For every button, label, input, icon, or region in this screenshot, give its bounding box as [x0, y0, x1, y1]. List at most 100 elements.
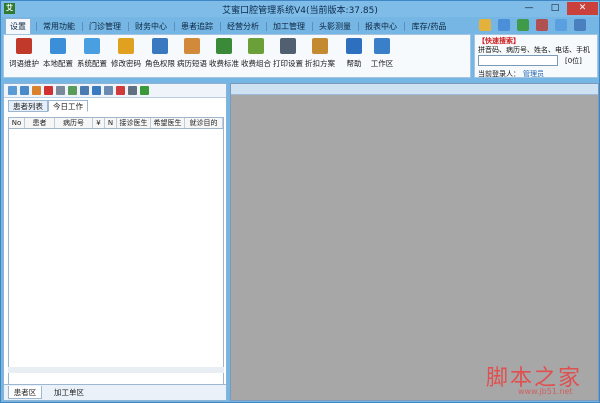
close-button[interactable]: ✕: [567, 2, 598, 15]
menu-tab-9[interactable]: 库存/药品: [407, 19, 451, 34]
toolbar-record-phrase-button[interactable]: 病历短语: [176, 38, 208, 76]
menu-separator: [404, 22, 405, 31]
system-config-icon: [84, 38, 100, 54]
group-icon[interactable]: [517, 19, 529, 31]
discount-icon: [312, 38, 328, 54]
info-icon[interactable]: [574, 19, 586, 31]
workspace-header-strip: [231, 84, 598, 95]
toolbar-item-label: 词语维护: [9, 59, 39, 68]
toolbar-item-label: 收费组合: [241, 59, 271, 68]
toolbar-local-config-button[interactable]: 本地配置: [42, 38, 74, 76]
column-header-1[interactable]: 患者: [25, 118, 55, 128]
toolbar-item-label: 工作区: [370, 59, 394, 68]
workspace-area[interactable]: [230, 83, 599, 401]
window-title: 艾蜜口腔管理系统V4(当前版本:37.85): [222, 6, 378, 16]
toolbar-item-label: 病历短语: [177, 59, 207, 68]
quick-search-panel: 【快速搜索】 拼音码、病历号、姓名、电话、手机 [0位] 当前登录人： 管理员: [474, 34, 598, 78]
watermark-url: www.jb51.net: [518, 387, 573, 396]
toolbar-discount-button[interactable]: 折扣方案: [304, 38, 336, 76]
menu-tab-5[interactable]: 经营分析: [223, 19, 263, 34]
app-window: 艾 艾蜜口腔管理系统V4(当前版本:37.85) — □ ✕ 设置 常用功能 门诊管…: [0, 0, 600, 403]
column-header-0[interactable]: No: [9, 118, 25, 128]
bottom-tab-1[interactable]: 加工单区: [46, 386, 92, 399]
toolbar-workspace-button[interactable]: 工作区: [366, 38, 398, 76]
toolbar-fee-standard-button[interactable]: 收费标准: [208, 38, 240, 76]
maximize-button[interactable]: □: [543, 2, 567, 15]
help-icon: [346, 38, 362, 54]
search-icon[interactable]: [479, 19, 491, 31]
edit-icon[interactable]: [32, 86, 41, 95]
minimize-button[interactable]: —: [517, 2, 541, 15]
main-toolbar: 词语维护 本地配置 系统配置 修改密码 角色权限 病历短语 收费标准 收费组合 打印设置 折扣方案…: [3, 34, 471, 78]
fee-standard-icon: [216, 38, 232, 54]
local-config-icon: [50, 38, 66, 54]
key-icon: [118, 38, 134, 54]
toolbar-role-permission-button[interactable]: 角色权限: [144, 38, 176, 76]
bottom-tab-0[interactable]: 患者区: [8, 386, 42, 399]
login-label: 当前登录人：: [478, 70, 520, 78]
book-edit-icon: [16, 38, 32, 54]
toolbar-fee-combo-button[interactable]: 收费组合: [240, 38, 272, 76]
menu-separator: [174, 22, 175, 31]
left-panel-toolbar: [4, 84, 226, 98]
delete-icon[interactable]: [44, 86, 53, 95]
left-panel: 患者列表 今日工作 No 患者 病历号 ¥ N 接诊医生 希望医生 就诊目的 患者区 加工单区: [3, 83, 227, 401]
workspace-icon: [374, 38, 390, 54]
chart-icon[interactable]: [536, 19, 548, 31]
export-icon[interactable]: [80, 86, 89, 95]
column-header-3[interactable]: ¥: [93, 118, 105, 128]
import-icon[interactable]: [68, 86, 77, 95]
left-tab-1[interactable]: 今日工作: [48, 100, 88, 112]
transfer-icon[interactable]: [92, 86, 101, 95]
open-icon[interactable]: [20, 86, 29, 95]
check-icon[interactable]: [116, 86, 125, 95]
menu-tab-7[interactable]: 头影测量: [315, 19, 355, 34]
menu-tab-0[interactable]: 设置: [5, 18, 31, 34]
printer-icon: [280, 38, 296, 54]
toolbar-item-label: 系统配置: [77, 59, 107, 68]
new-icon[interactable]: [8, 86, 17, 95]
menu-tab-8[interactable]: 报表中心: [361, 19, 401, 34]
user-icon[interactable]: [498, 19, 510, 31]
menu-separator: [312, 22, 313, 31]
column-header-4[interactable]: N: [105, 118, 117, 128]
copy-icon[interactable]: [56, 86, 65, 95]
left-tab-0[interactable]: 患者列表: [8, 100, 48, 112]
toolbar-item-label: 折扣方案: [305, 59, 335, 68]
menu-separator: [358, 22, 359, 31]
menu-separator: [82, 22, 83, 31]
message-icon[interactable]: [555, 19, 567, 31]
toolbar-printer-button[interactable]: 打印设置: [272, 38, 304, 76]
link-icon[interactable]: [104, 86, 113, 95]
title-bar: 艾 艾蜜口腔管理系统V4(当前版本:37.85) — □ ✕: [1, 1, 599, 17]
left-panel-tabs: 患者列表 今日工作: [4, 100, 226, 112]
role-permission-icon: [152, 38, 168, 54]
horizontal-scrollbar[interactable]: [8, 367, 224, 373]
menu-separator: [36, 22, 37, 31]
menu-separator: [128, 22, 129, 31]
toolbar-item-label: 本地配置: [43, 59, 73, 68]
column-header-5[interactable]: 接诊医生: [117, 118, 151, 128]
quick-search-input[interactable]: [478, 55, 558, 66]
print-icon[interactable]: [128, 86, 137, 95]
login-user[interactable]: 管理员: [523, 69, 544, 79]
fee-combo-icon: [248, 38, 264, 54]
toolbar-key-button[interactable]: 修改密码: [110, 38, 142, 76]
bottom-tabs: 患者区 加工单区: [4, 384, 226, 400]
menu-separator: [266, 22, 267, 31]
record-phrase-icon: [184, 38, 200, 54]
quick-search-count: [0位]: [565, 57, 582, 65]
toolbar-book-edit-button[interactable]: 词语维护: [8, 38, 40, 76]
patient-grid-body[interactable]: [8, 129, 224, 389]
column-header-7[interactable]: 就诊目的: [185, 118, 223, 128]
column-header-6[interactable]: 希望医生: [151, 118, 185, 128]
menu-tab-3[interactable]: 财务中心: [131, 19, 171, 34]
menu-tab-1[interactable]: 常用功能: [39, 19, 79, 34]
exit-icon[interactable]: [140, 86, 149, 95]
toolbar-system-config-button[interactable]: 系统配置: [76, 38, 108, 76]
column-header-2[interactable]: 病历号: [55, 118, 93, 128]
menu-tab-6[interactable]: 加工管理: [269, 19, 309, 34]
quick-search-hint: 拼音码、病历号、姓名、电话、手机: [478, 46, 590, 54]
menu-tab-4[interactable]: 患者追踪: [177, 19, 217, 34]
menu-tab-2[interactable]: 门诊管理: [85, 19, 125, 34]
